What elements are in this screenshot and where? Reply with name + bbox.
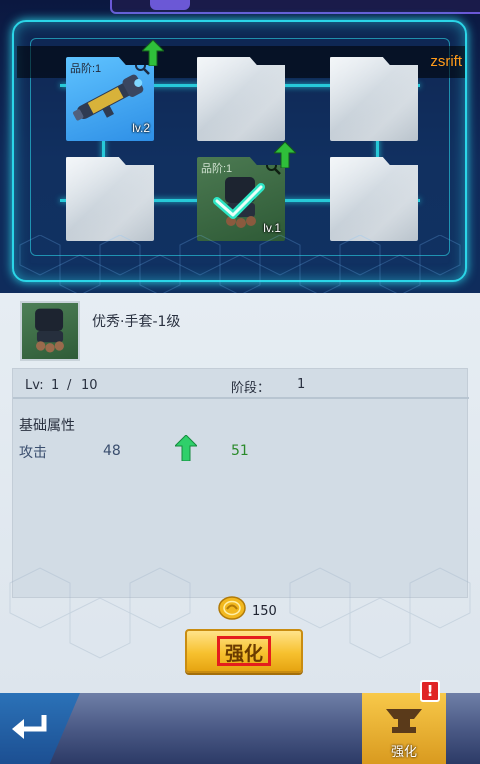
level-current: 1	[51, 378, 60, 393]
slot-level: lv.1	[263, 221, 281, 235]
item-detail-panel: 优秀·手套-1级 Lv: 1 / 10 阶段： 1 基础属性 攻击 48 51	[0, 293, 480, 693]
item-thumbnail	[20, 301, 80, 361]
bottom-bar: 强化	[0, 693, 480, 764]
equipment-slot-weapon[interactable]: 品阶:1 lv.2	[66, 57, 154, 141]
enhance-button[interactable]: 强化	[185, 629, 303, 673]
tab-enhance[interactable]: 强化	[362, 693, 446, 764]
attribute-name: 攻击	[19, 445, 47, 461]
alert-badge: !	[420, 680, 440, 702]
rocket-launcher-icon	[73, 74, 144, 121]
gloves-icon	[35, 308, 64, 353]
anvil-icon	[386, 709, 422, 733]
level-separator: /	[67, 378, 72, 393]
item-name: 优秀·手套-1级	[92, 314, 181, 330]
check-icon	[213, 183, 265, 219]
equipment-slot-empty[interactable]	[330, 57, 418, 141]
gold-coin-icon	[218, 596, 246, 620]
back-button[interactable]	[0, 693, 80, 764]
level-max: 10	[81, 378, 98, 393]
tab-enhance-label: 强化	[390, 745, 417, 760]
slot-level: lv.2	[132, 121, 150, 135]
enhance-button-label: 强化	[224, 643, 263, 665]
upgrade-arrow-icon	[142, 40, 164, 66]
increase-arrow-icon	[175, 435, 197, 461]
hex-pattern	[19, 235, 461, 293]
back-arrow-icon	[12, 715, 47, 739]
equipment-board: zsrift 品阶:1 lv.2 品阶:1 lv.1	[0, 0, 480, 293]
level-row: Lv: 1 / 10 阶段： 1	[13, 369, 469, 399]
enhance-cost: 150	[252, 604, 277, 619]
user-name: zsrift	[430, 53, 462, 70]
base-attributes-title: 基础属性	[19, 418, 75, 434]
level-label: Lv:	[25, 378, 44, 393]
hex-pattern	[9, 567, 471, 659]
equipment-slot-empty[interactable]	[197, 57, 285, 141]
equipment-slot-empty[interactable]	[330, 157, 418, 241]
top-decoration-tab	[150, 0, 190, 10]
stage-value: 1	[297, 377, 306, 392]
stage-label: 阶段：	[231, 381, 271, 396]
attribute-current-value: 48	[103, 443, 121, 459]
equipment-slot-gloves[interactable]: 品阶:1 lv.1	[197, 157, 285, 241]
attribute-next-value: 51	[231, 443, 249, 459]
upgrade-arrow-icon	[274, 142, 296, 168]
equipment-slot-empty[interactable]	[66, 157, 154, 241]
